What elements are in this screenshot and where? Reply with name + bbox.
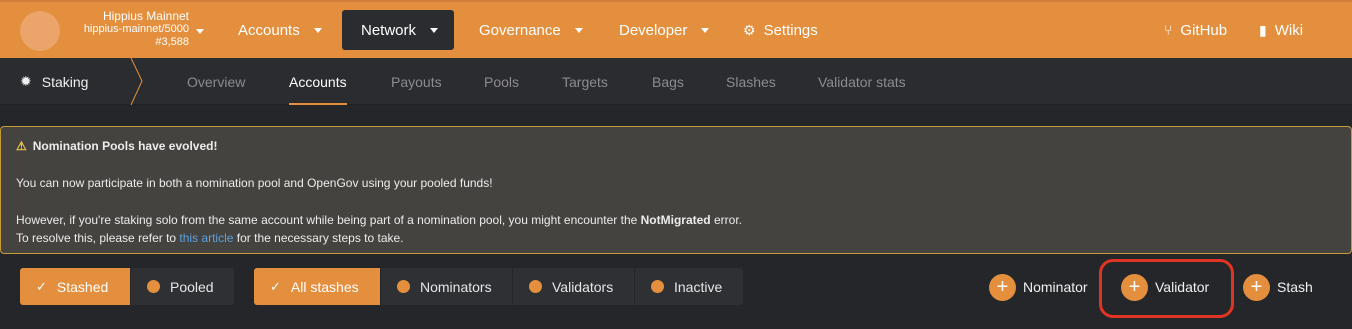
nav-settings-label: Settings <box>763 21 818 39</box>
nav-developer[interactable]: Developer <box>600 10 728 50</box>
tab-overview[interactable]: Overview <box>187 58 245 105</box>
section-label: Staking <box>41 73 89 90</box>
notice-line-3: To resolve this, please refer to this ar… <box>16 231 404 245</box>
check-icon: ✓ <box>36 278 47 294</box>
chevron-down-icon <box>196 29 204 34</box>
filter-pooled[interactable]: Pooled <box>131 268 234 305</box>
chain-logo <box>20 11 60 51</box>
plus-icon: + <box>1243 273 1270 301</box>
nav-governance-label: Governance <box>479 21 561 39</box>
tab-slashes[interactable]: Slashes <box>726 58 776 105</box>
tab-validator-stats[interactable]: Validator stats <box>818 58 906 105</box>
sub-navigation: ✹ Staking Overview Accounts Payouts Pool… <box>0 58 1352 105</box>
chain-block: #3,588 <box>155 36 189 48</box>
chain-selector[interactable]: Hippius Mainnet hippius-mainnet/5000 #3,… <box>0 2 215 60</box>
highlight-annotation <box>1099 259 1234 318</box>
chain-endpoint: hippius-mainnet/5000 <box>83 23 189 35</box>
nav-settings[interactable]: ⚙ Settings <box>724 10 837 50</box>
stash-role-filter: ✓ All stashes Nominators Validators Inac… <box>254 268 743 305</box>
nav-governance[interactable]: Governance <box>460 10 602 50</box>
filter-nominators[interactable]: Nominators <box>381 268 513 305</box>
warning-icon: ⚠ <box>16 139 27 153</box>
gear-icon: ✹ <box>20 73 32 89</box>
dot-icon <box>651 280 664 293</box>
code-branch-icon: ⑂ <box>1164 22 1173 38</box>
article-link[interactable]: this article <box>179 231 233 245</box>
chevron-down-icon <box>701 27 710 33</box>
chevron-down-icon <box>574 27 583 33</box>
book-icon: ▮ <box>1259 21 1267 38</box>
notice-title: Nomination Pools have evolved! <box>32 139 218 153</box>
dot-icon <box>147 280 160 293</box>
nav-accounts-label: Accounts <box>238 21 300 39</box>
filter-stashed[interactable]: ✓ Stashed <box>20 268 131 305</box>
nav-network-label: Network <box>361 21 417 39</box>
plus-icon: + <box>989 273 1016 301</box>
error-name: NotMigrated <box>640 213 711 227</box>
github-label: GitHub <box>1180 21 1228 39</box>
filter-all-stashes[interactable]: ✓ All stashes <box>254 268 381 305</box>
dot-icon <box>529 280 542 293</box>
gears-icon: ⚙ <box>743 21 756 38</box>
add-stash-button[interactable]: + Stash <box>1243 271 1313 303</box>
filter-validators[interactable]: Validators <box>513 268 635 305</box>
breadcrumb-separator <box>130 58 143 105</box>
tab-bags[interactable]: Bags <box>652 58 684 105</box>
github-link[interactable]: ⑂ GitHub <box>1145 10 1246 50</box>
notice-line-1: You can now participate in both a nomina… <box>16 176 493 190</box>
section-title: ✹ Staking <box>0 58 145 105</box>
add-nominator-button[interactable]: + Nominator <box>989 271 1088 303</box>
tab-payouts[interactable]: Payouts <box>391 58 442 105</box>
nav-accounts[interactable]: Accounts <box>219 10 341 50</box>
nav-developer-label: Developer <box>619 21 688 39</box>
wiki-label: Wiki <box>1274 21 1304 39</box>
account-type-filter: ✓ Stashed Pooled <box>20 268 234 305</box>
tab-pools[interactable]: Pools <box>484 58 519 105</box>
chevron-down-icon <box>313 27 322 33</box>
wiki-link[interactable]: ▮ Wiki <box>1240 10 1322 50</box>
top-bar: Hippius Mainnet hippius-mainnet/5000 #3,… <box>0 0 1352 58</box>
check-icon: ✓ <box>270 278 281 294</box>
chevron-down-icon <box>430 27 439 33</box>
pools-notice: ⚠ Nomination Pools have evolved! You can… <box>0 126 1352 254</box>
dot-icon <box>397 280 410 293</box>
notice-line-2: However, if you're staking solo from the… <box>16 213 742 227</box>
tab-targets[interactable]: Targets <box>562 58 608 105</box>
filter-inactive[interactable]: Inactive <box>635 268 743 305</box>
nav-network[interactable]: Network <box>342 10 454 50</box>
tab-accounts[interactable]: Accounts <box>289 58 347 105</box>
chain-name: Hippius Mainnet <box>102 9 189 23</box>
